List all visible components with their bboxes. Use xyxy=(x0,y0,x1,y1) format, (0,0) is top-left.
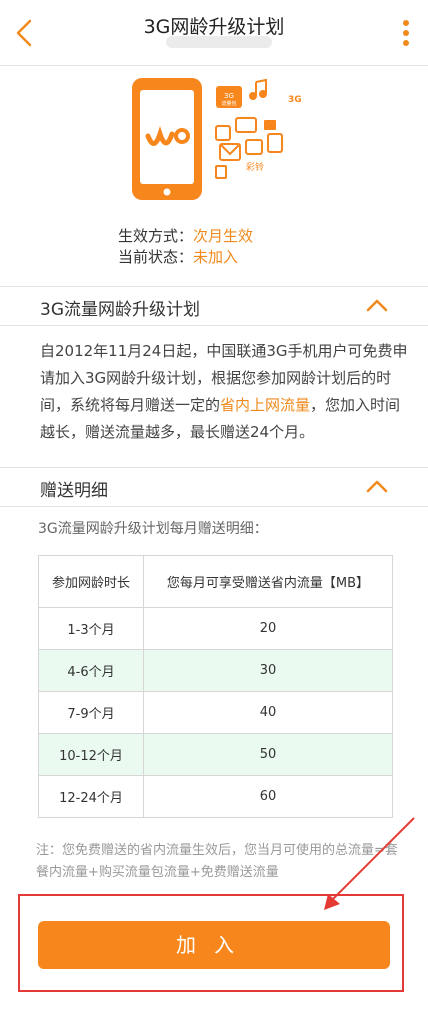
duration-cell: 10-12个月 xyxy=(38,733,144,776)
duration-cell: 12-24个月 xyxy=(38,775,144,818)
table-row: 12-24个月 60 xyxy=(38,775,393,818)
duration-cell: 1-3个月 xyxy=(38,607,144,650)
state-row: 当前状态：未加入 xyxy=(118,247,318,268)
page-title: 3G网龄升级计划 xyxy=(143,16,285,38)
table-row: 7-9个月 40 xyxy=(38,691,393,734)
traffic-cell: 50 xyxy=(143,733,393,776)
section-title-detail: 赠送明细 xyxy=(40,481,108,501)
section-title-plan: 3G流量网龄升级计划 xyxy=(40,300,200,320)
column-header: 您每月可享受赠送省内流量【MB】 xyxy=(143,555,393,608)
service-icons: 3G 流量包 3G 彩铃 xyxy=(215,78,302,179)
chevron-up-icon[interactable] xyxy=(366,297,388,313)
traffic-cell: 60 xyxy=(143,775,393,818)
traffic-cell: 40 xyxy=(143,691,393,734)
svg-text:3G: 3G xyxy=(288,95,302,105)
state-label: 当前状态： xyxy=(118,248,194,266)
section-header-detail[interactable]: 赠送明细 xyxy=(0,467,428,507)
table-header-row: 参加网龄时长 您每月可享受赠送省内流量【MB】 xyxy=(38,555,393,608)
phone-wo-icon xyxy=(132,78,202,200)
duration-cell: 4-6个月 xyxy=(38,649,144,692)
gift-table: 参加网龄时长 您每月可享受赠送省内流量【MB】 1-3个月 20 4-6个月 3… xyxy=(38,555,393,818)
plan-description: 自2012年11月24日起，中国联通3G手机用户可免费申请加入3G网龄升级计划，… xyxy=(40,338,412,446)
svg-text:流量包: 流量包 xyxy=(221,100,236,107)
table-caption: 3G流量网龄升级计划每月赠送明细： xyxy=(38,521,268,537)
blurred-subtitle xyxy=(166,36,272,48)
desc-highlight: 省内上网流量 xyxy=(220,396,311,414)
traffic-cell: 30 xyxy=(143,649,393,692)
effect-row: 生效方式：次月生效 xyxy=(118,226,318,247)
join-button[interactable]: 加入 xyxy=(38,921,390,969)
table-row: 4-6个月 30 xyxy=(38,649,393,692)
section-header-plan[interactable]: 3G流量网龄升级计划 xyxy=(0,286,428,326)
effect-value: 次月生效 xyxy=(193,227,254,245)
hero-illustration: 3G 流量包 3G 彩铃 xyxy=(132,78,302,200)
column-header: 参加网龄时长 xyxy=(38,555,144,608)
traffic-note: 注：您免费赠送的省内流量生效后，您当月可使用的总流量=套餐内流量+购买流量包流量… xyxy=(36,843,398,880)
more-vertical-icon[interactable] xyxy=(394,14,418,52)
table-row: 10-12个月 50 xyxy=(38,733,393,776)
svg-text:彩铃: 彩铃 xyxy=(246,161,264,173)
svg-text:3G: 3G xyxy=(224,92,234,100)
traffic-cell: 20 xyxy=(143,607,393,650)
chevron-up-icon[interactable] xyxy=(366,478,388,494)
status-info: 生效方式：次月生效 当前状态：未加入 xyxy=(118,226,318,268)
duration-cell: 7-9个月 xyxy=(38,691,144,734)
table-row: 1-3个月 20 xyxy=(38,607,393,650)
state-value: 未加入 xyxy=(193,248,239,266)
top-app-bar: 3G网龄升级计划 xyxy=(0,0,428,66)
effect-label: 生效方式： xyxy=(118,227,194,245)
